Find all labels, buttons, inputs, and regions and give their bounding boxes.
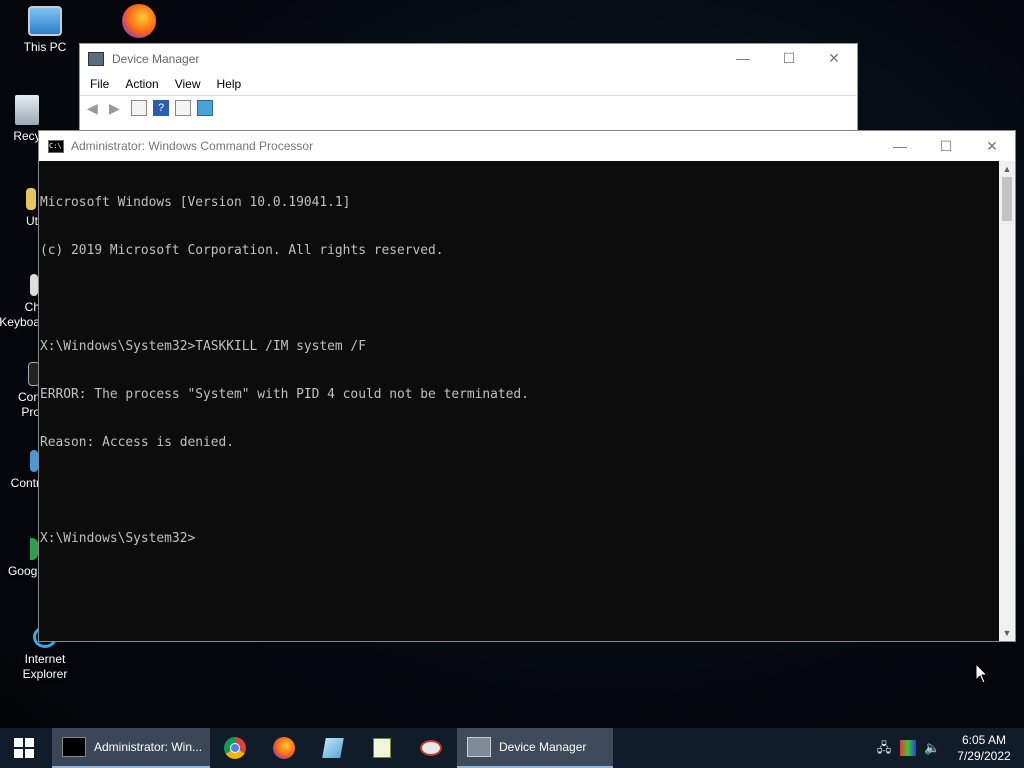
forward-arrow-icon[interactable]: ▶ [109, 100, 125, 116]
device-manager-icon [88, 51, 104, 66]
desktop-icon-keyboard[interactable]: Ch Keyboa [0, 274, 40, 330]
console-line: Reason: Access is denied. [40, 435, 235, 450]
menu-help[interactable]: Help [209, 77, 250, 91]
volume-icon[interactable]: 🔈 [924, 740, 940, 756]
firefox-icon [122, 4, 156, 38]
taskbar-pin-chrome[interactable] [210, 728, 259, 768]
desktop-icon-label: Contr [10, 476, 40, 490]
show-hide-console-tree-icon[interactable] [131, 100, 147, 116]
scroll-up-button[interactable]: ▲ [999, 161, 1015, 177]
desktop-icon-label: Keyboa [0, 315, 40, 329]
menu-action[interactable]: Action [117, 77, 166, 91]
clock[interactable]: 6:05 AM 7/29/2022 [944, 732, 1024, 764]
clock-time: 6:05 AM [961, 733, 1007, 747]
menu-view[interactable]: View [167, 77, 209, 91]
toolbar: ◀ ▶ ? [80, 95, 857, 120]
editor-icon [372, 738, 391, 758]
display-color-icon[interactable] [900, 740, 916, 756]
desktop-icon-label: Ch [24, 300, 40, 314]
cmd-icon [62, 737, 86, 757]
desktop-icon-this-pc[interactable]: This PC [3, 6, 87, 55]
desktop-icon-control-panel[interactable]: Contr [0, 450, 40, 491]
desktop-icon-label: Con [17, 390, 40, 404]
taskbar-item-label: Device Manager [499, 740, 587, 754]
taskbar-pin-editor[interactable] [357, 728, 406, 768]
scroll-down-button[interactable]: ▼ [999, 625, 1015, 641]
console-line: X:\Windows\System32>TASKKILL /IM system … [40, 339, 366, 354]
device-manager-window[interactable]: Device Manager — ☐ ✕ File Action View He… [79, 43, 858, 133]
taskbar-pin-firefox[interactable] [259, 728, 308, 768]
desktop-icon-utilities[interactable]: Ut [0, 188, 38, 229]
paint-icon [419, 740, 442, 756]
console-line: Microsoft Windows [Version 10.0.19041.1] [40, 195, 351, 210]
system-tray: 🖧 🔈 6:05 AM 7/29/2022 [872, 728, 1024, 768]
mouse-cursor-icon [975, 663, 988, 684]
start-button[interactable] [0, 728, 48, 768]
taskbar-pin-notepad[interactable] [308, 728, 357, 768]
console-line: ERROR: The process "System" with PID 4 c… [40, 387, 529, 402]
desktop-icon-label: Internet Explorer [22, 652, 68, 681]
vertical-scrollbar[interactable]: ▲ ▼ [999, 161, 1015, 641]
command-prompt-window[interactable]: C:\ Administrator: Windows Command Proce… [38, 130, 1016, 642]
minimize-button[interactable]: — [877, 131, 923, 161]
scan-hardware-icon[interactable] [197, 100, 213, 116]
recycle-bin-icon [15, 95, 39, 125]
desktop-icon-chrome[interactable]: Googl [0, 538, 40, 579]
taskbar-pin-paint[interactable] [406, 728, 455, 768]
console-prompt-line[interactable]: X:\Windows\System32> [40, 531, 999, 547]
back-arrow-icon[interactable]: ◀ [87, 100, 103, 116]
folder-icon [26, 188, 36, 210]
minimize-button[interactable]: — [720, 44, 766, 73]
menu-bar: File Action View Help [80, 73, 857, 95]
desktop-icon-console[interactable]: Con Pro [0, 362, 40, 420]
notepad-icon [321, 738, 344, 758]
properties-icon[interactable] [175, 100, 191, 116]
cmd-icon: C:\ [48, 139, 64, 153]
chrome-icon [30, 538, 38, 560]
taskbar-item-device-manager[interactable]: Device Manager [457, 728, 613, 768]
desktop-icon-label: Pro [21, 405, 40, 419]
desktop-icon-label: This PC [23, 40, 67, 54]
menu-file[interactable]: File [82, 77, 117, 91]
window-title: Administrator: Windows Command Processor [71, 139, 314, 153]
close-button[interactable]: ✕ [969, 131, 1015, 161]
desktop-icon-label: Googl [7, 564, 40, 578]
console-output[interactable]: Microsoft Windows [Version 10.0.19041.1]… [39, 161, 999, 641]
network-disconnected-icon[interactable]: 🖧 [876, 740, 892, 756]
help-icon[interactable]: ? [153, 100, 169, 116]
taskbar: Administrator: Win... Device Manager 🖧 🔈… [0, 728, 1024, 768]
chrome-icon [223, 737, 246, 759]
firefox-desktop-icon[interactable] [97, 4, 181, 42]
computer-icon [28, 6, 62, 36]
maximize-button[interactable]: ☐ [923, 131, 969, 161]
maximize-button[interactable]: ☐ [766, 44, 812, 73]
console-line: (c) 2019 Microsoft Corporation. All righ… [40, 243, 444, 258]
scrollbar-thumb[interactable] [1002, 177, 1012, 221]
window-title: Device Manager [112, 51, 200, 66]
taskbar-item-command-prompt[interactable]: Administrator: Win... [52, 728, 210, 768]
device-manager-icon [467, 737, 491, 757]
firefox-icon [272, 737, 295, 759]
clock-date: 7/29/2022 [957, 749, 1011, 763]
command-prompt-titlebar[interactable]: C:\ Administrator: Windows Command Proce… [39, 131, 1015, 161]
desktop-icon-label: Ut [26, 214, 38, 228]
close-button[interactable]: ✕ [811, 44, 857, 73]
control-panel-icon [30, 450, 38, 472]
windows-logo-icon [14, 738, 34, 758]
keyboard-icon [30, 274, 38, 296]
taskbar-item-label: Administrator: Win... [94, 740, 203, 754]
